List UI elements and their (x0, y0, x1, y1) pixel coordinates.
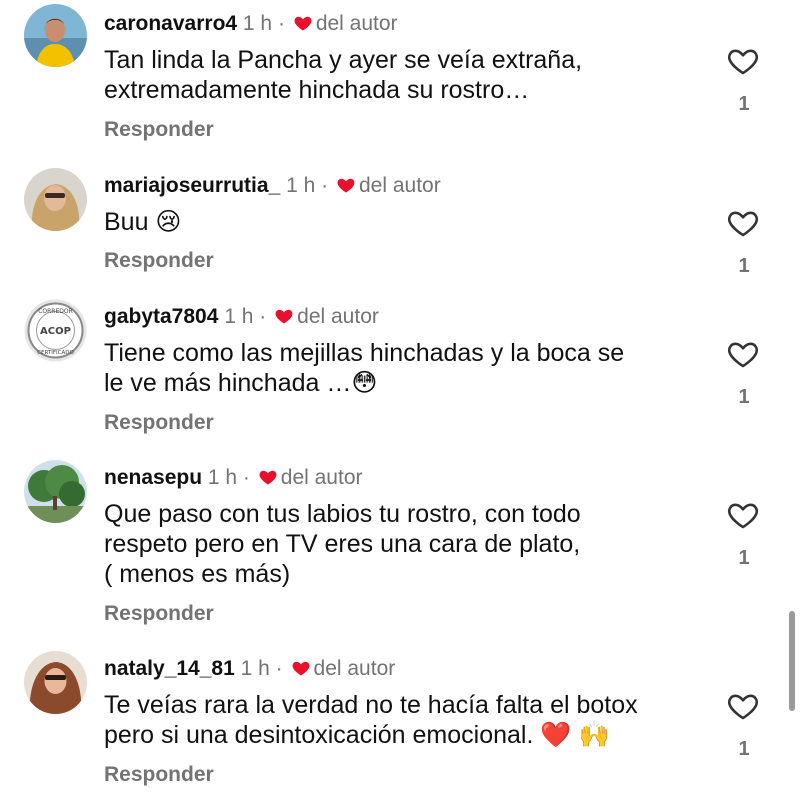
like-heart-icon[interactable] (726, 206, 760, 240)
author-liked-heart-icon (291, 658, 311, 678)
comment-text-line: Te veías rara la verdad no te hacía falt… (104, 691, 638, 719)
comment-text-line: Tiene como las mejillas hinchadas y la b… (104, 339, 625, 367)
comment-text-line: respeto pero en TV eres una cara de plat… (104, 530, 581, 558)
comment-text: Tan linda la Pancha y ayer se veía extra… (104, 45, 704, 105)
liked-by-author-label: del autor (358, 174, 441, 197)
author-liked-heart-icon (293, 13, 313, 33)
liked-by-author-label: del autor (313, 657, 396, 680)
separator-dot: · (321, 174, 329, 197)
badge-bottom-text: CERTIFICADO (37, 350, 74, 356)
avatar-photo-icon (24, 651, 87, 714)
separator-dot: · (242, 466, 250, 489)
comment-text-line: extremadamente hinchada su rostro… (104, 76, 530, 104)
like-heart-icon[interactable] (726, 689, 760, 723)
like-count: 1 (738, 386, 750, 408)
reply-button[interactable]: Responder (104, 248, 214, 274)
comment-username[interactable]: nataly_14_81 (104, 657, 235, 680)
like-count: 1 (738, 255, 750, 277)
badge-center-text: ACOP (40, 326, 71, 337)
comment-text-line: Buu 😢 (104, 208, 182, 236)
reply-button[interactable]: Responder (104, 601, 214, 627)
comment-time: 1 h (224, 305, 254, 328)
liked-by-author-label: del autor (297, 305, 379, 328)
comment-username[interactable]: nenasepu (104, 466, 202, 489)
avatar[interactable] (24, 651, 87, 714)
acop-badge-icon: CORREDOR ACOP CERTIFICADO (24, 299, 87, 362)
separator-dot: · (259, 305, 267, 328)
comment-time: 1 h (240, 657, 270, 680)
like-count: 1 (738, 738, 750, 760)
comment-time: 1 h (286, 174, 316, 197)
avatar[interactable] (24, 4, 87, 67)
author-liked-heart-icon (336, 175, 356, 195)
comment-text: Tiene como las mejillas hinchadas y la b… (104, 338, 704, 398)
comment-username[interactable]: gabyta7804 (104, 305, 218, 328)
comment-username[interactable]: mariajoseurrutia_ (104, 174, 280, 197)
avatar[interactable]: CORREDOR ACOP CERTIFICADO (24, 299, 87, 362)
author-liked-heart-icon (258, 467, 278, 487)
liked-by-author-label: del autor (280, 466, 363, 489)
like-heart-icon[interactable] (726, 337, 760, 371)
badge-top-text: CORREDOR (38, 308, 73, 315)
like-count: 1 (738, 93, 750, 115)
comment-text-line: Tan linda la Pancha y ayer se veía extra… (104, 46, 583, 74)
like-heart-icon[interactable] (726, 44, 760, 78)
comment-text: Te veías rara la verdad no te hacía falt… (104, 690, 704, 750)
avatar[interactable] (24, 460, 87, 523)
avatar-photo-icon (24, 4, 87, 67)
comment-time: 1 h (242, 12, 273, 35)
comment-text-line: Que paso con tus labios tu rostro, con t… (104, 500, 581, 528)
separator-dot: · (277, 12, 285, 35)
comment-username[interactable]: caronavarro4 (104, 12, 237, 35)
comment-text-line: ( menos es más) (104, 560, 291, 588)
scrollbar[interactable] (789, 611, 795, 711)
reply-button[interactable]: Responder (104, 762, 214, 788)
author-liked-heart-icon (274, 306, 294, 326)
avatar-tree-icon (24, 460, 87, 523)
like-heart-icon[interactable] (726, 498, 760, 532)
comment-text-line: pero si una desintoxicación emocional. ❤… (104, 721, 610, 749)
reply-button[interactable]: Responder (104, 410, 214, 436)
avatar-photo-icon (24, 168, 87, 231)
separator-dot: · (275, 657, 283, 680)
comment-time: 1 h (207, 466, 238, 489)
comment-text: Que paso con tus labios tu rostro, con t… (104, 499, 704, 589)
avatar[interactable] (24, 168, 87, 231)
comment-text-line: le ve más hinchada …😳 (104, 369, 378, 397)
comment-text: Buu 😢 (104, 207, 704, 237)
like-count: 1 (738, 547, 750, 569)
reply-button[interactable]: Responder (104, 117, 214, 143)
liked-by-author-label: del autor (315, 12, 398, 35)
